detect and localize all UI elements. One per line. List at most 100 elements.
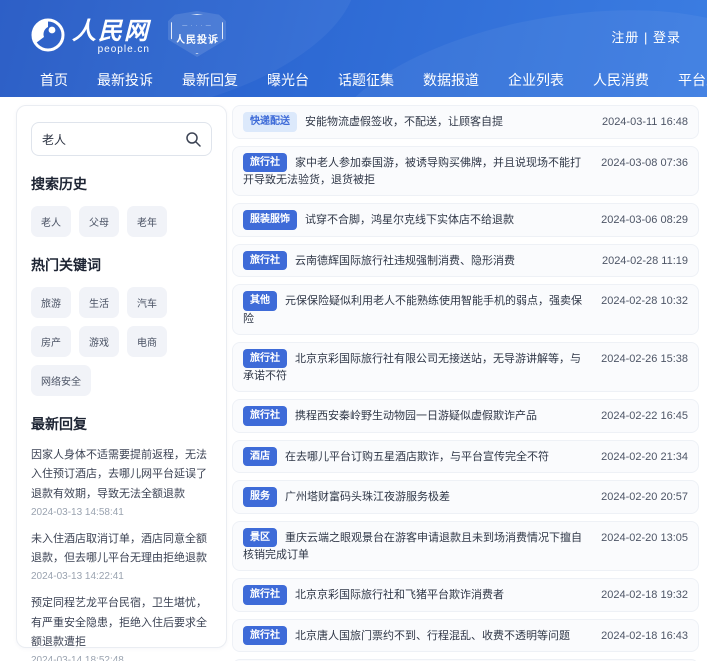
people-cn-logo[interactable]: 人民网 people.cn [30, 17, 150, 55]
hot-keyword-tags: 旅游 生活 汽车房产 游戏 电商网络安全 [31, 287, 212, 396]
shield-label: 人民投诉 [175, 34, 219, 46]
hot-keyword-tag[interactable]: 电商 [127, 326, 167, 357]
table-row[interactable]: 2024-02-20 21:34 酒店 在去哪儿平台订购五星酒店欺诈，与平台宣传完全… [232, 439, 699, 474]
search-icon[interactable] [185, 131, 201, 147]
row-date: 2024-03-11 16:48 [601, 116, 688, 128]
complaint-text: 试穿不合脚，鸿星尔克线下实体店不给退款 [305, 214, 514, 227]
complaint-rows: 2024-03-11 16:48 快递配送 安能物流虚假签收，不配送，让顾客自提 20… [232, 105, 699, 661]
hot-keyword-tag[interactable]: 房产 [31, 326, 71, 357]
complaint-text: 安能物流虚假签收，不配送，让顾客自提 [305, 116, 503, 128]
hot-keyword-tag[interactable]: 旅游 [31, 287, 71, 318]
complaint-text: 北京京彩国际旅行社有限公司无接送站，无导游讲解等，与承诺不符 [243, 352, 581, 383]
table-row[interactable]: 2024-02-18 16:43 旅行社 北京唐人国旅门票约不到、行程混乱、收费不透… [232, 618, 699, 653]
sidebar: 搜索历史 老人父母老年 热门关键词 旅游生活汽车房产游戏电商网络安全 最新回复 … [16, 105, 227, 661]
people-cn-logo-icon [30, 17, 66, 53]
reply-date: 2024-03-13 14:58:41 [31, 506, 124, 518]
complaint-text: 北京京彩国际旅行社和飞猪平台欺诈消费者 [295, 589, 504, 602]
history-tag[interactable]: 老人 [31, 206, 71, 237]
nav-item-人民消费[interactable]: 人民消费 [593, 70, 649, 90]
table-row[interactable]: 2024-02-28 11:19 旅行社 云南德辉国际旅行社违规强制消费、隐形消费 [232, 243, 699, 278]
complaint-text: 在去哪儿平台订购五星酒店欺诈，与平台宣传完全不符 [285, 450, 549, 463]
hot-keyword-tag[interactable]: 游戏 [79, 326, 119, 357]
nav-item-企业列表[interactable]: 企业列表 [508, 70, 564, 90]
hot-keyword-tag[interactable]: 生活 [79, 287, 119, 318]
row-date: 2024-02-28 11:19 [601, 254, 688, 267]
reply-item[interactable]: 未入住酒店取消订单，酒店同意全额退款，但去哪儿平台无理由拒绝退款 2024-03-… [31, 530, 212, 583]
row-date: 2024-02-18 16:43 [601, 629, 688, 642]
brand-text: 人民网 people.cn [72, 20, 150, 55]
category-badge: 快递配送 [243, 112, 297, 132]
table-row[interactable]: 2024-02-28 10:32 其他 元保保险疑似利用老人不能熟练使用智能手机的弱… [232, 284, 699, 335]
table-row[interactable]: 2024-02-26 15:38 旅行社 北京京彩国际旅行社有限公司无接送站，无导游… [232, 341, 699, 393]
table-row[interactable]: 2024-03-08 07:36 旅行社 家中老人参加泰国游，被诱导购买佛牌，并且说… [232, 145, 699, 197]
table-row[interactable]: 2024-02-20 13:05 景区 重庆云端之眼观景台在游客申请退款且未到场消费… [232, 520, 699, 572]
complaint-list: 2024-03-11 16:48 快递配送 安能物流虚假签收，不配送，让顾客自提 20… [232, 105, 699, 661]
reply-text: 未入住酒店取消订单，酒店同意全额退款，但去哪儿平台无理由拒绝退款 [31, 532, 207, 564]
complaint-text: 广州塔财富码头珠江夜游服务极差 [285, 491, 450, 504]
hot-keyword-tag[interactable]: 网络安全 [31, 365, 91, 396]
complaint-text: 携程西安秦岭野生动物园一日游疑似虚假欺诈产品 [295, 410, 537, 423]
history-tag[interactable]: 父母 [79, 206, 119, 237]
category-badge: 旅行社 [243, 406, 287, 426]
reply-text: 预定同程艺龙平台民宿，卫生堪忧，有严重安全隐患，拒绝入住后要求全额退款遭拒 [31, 597, 207, 648]
table-row[interactable]: 2024-02-22 16:45 旅行社 携程西安秦岭野生动物园一日游疑似虚假欺诈产… [232, 399, 699, 433]
reply-text: 因家人身体不适需要提前返程，无法入住预订酒店，去哪儿网平台延误了退款有效期，导致… [31, 449, 207, 500]
history-tag[interactable]: 老年 [127, 206, 167, 237]
nav-item-数据报道[interactable]: 数据报道 [423, 70, 479, 90]
category-badge: 酒店 [243, 446, 277, 467]
table-row[interactable]: 2024-02-18 19:32 旅行社 北京京彩国际旅行社和飞猪平台欺诈消费者 [232, 578, 699, 612]
complaint-text: 家中老人参加泰国游，被诱导购买佛牌，并且说现场不能打开导致无法验货，退货被拒 [243, 156, 581, 187]
table-row[interactable]: 2024-03-11 16:48 快递配送 安能物流虚假签收，不配送，让顾客自提 [232, 105, 699, 139]
reply-date: 2024-03-14 18:52:48 [31, 655, 124, 661]
brand-row: 人民网 people.cn — · · · — 人民投诉 注册 | 登录 [30, 10, 681, 62]
search-box [31, 122, 212, 156]
complaint-text: 北京唐人国旅门票约不到、行程混乱、收费不透明等问题 [295, 629, 570, 642]
category-badge: 旅行社 [243, 152, 287, 172]
nav-item-最新投诉[interactable]: 最新投诉 [97, 70, 153, 90]
category-badge: 旅行社 [243, 585, 287, 605]
search-input[interactable] [42, 132, 181, 146]
nav-item-最新回复[interactable]: 最新回复 [182, 70, 238, 90]
nav-item-平台须知[interactable]: 平台须知∨ [678, 70, 707, 90]
row-date: 2024-02-28 10:32 [601, 295, 688, 308]
category-badge: 景区 [243, 527, 277, 548]
main-nav: 首页 最新投诉 最新回复 曝光台 话题征集 数据报道 企业列表 人民消费 平台须知∨ [40, 66, 707, 94]
nav-item-话题征集[interactable]: 话题征集 [338, 70, 394, 90]
category-badge: 其他 [243, 291, 277, 311]
latest-replies-list: 因家人身体不适需要提前返程，无法入住预订酒店，去哪儿网平台延误了退款有效期，导致… [31, 446, 212, 661]
row-date: 2024-02-20 21:34 [601, 450, 688, 463]
register-login-link[interactable]: 注册 | 登录 [611, 27, 681, 46]
search-history-title: 搜索历史 [31, 176, 87, 192]
row-date: 2024-02-22 16:45 [601, 410, 688, 423]
row-date: 2024-02-18 19:32 [601, 589, 688, 602]
reply-date: 2024-03-13 14:22:41 [31, 571, 124, 583]
category-badge: 服装服饰 [243, 210, 297, 230]
hot-keywords-title: 热门关键词 [31, 257, 101, 273]
shield-border: — · · · — 人民投诉 [171, 14, 223, 54]
complaint-text: 重庆云端之眼观景台在游客申请退款且未到场消费情况下擅自核销完成订单 [243, 531, 582, 562]
nav-item-曝光台[interactable]: 曝光台 [267, 70, 309, 90]
brand-en: people.cn [97, 44, 150, 55]
brand-zh: 人民网 [72, 18, 150, 45]
table-row[interactable]: 2024-03-06 08:29 服装服饰 试穿不合脚，鸿星尔克线下实体店不给退款 [232, 203, 699, 237]
category-badge: 旅行社 [243, 625, 287, 646]
people-complaints-page: 人民网 people.cn — · · · — 人民投诉 注册 | 登录 首页最… [0, 0, 707, 661]
complaint-shield-badge: — · · · — 人民投诉 [168, 11, 226, 57]
hot-keyword-tag[interactable]: 汽车 [127, 287, 167, 318]
row-date: 2024-02-20 20:57 [601, 491, 688, 504]
latest-replies-title: 最新回复 [31, 416, 87, 432]
search-history-tags: 老人 父母 老年 [31, 206, 212, 237]
complaint-text: 元保保险疑似利用老人不能熟练使用智能手机的弱点，强卖保险 [243, 295, 582, 325]
row-date: 2024-02-26 15:38 [601, 352, 688, 365]
category-badge: 旅行社 [243, 348, 287, 369]
category-badge: 旅行社 [243, 250, 287, 271]
nav-item-首页[interactable]: 首页 [40, 70, 68, 90]
table-row[interactable]: 2024-02-20 20:57 服务 广州塔财富码头珠江夜游服务极差 [232, 480, 699, 514]
reply-item[interactable]: 预定同程艺龙平台民宿，卫生堪忧，有严重安全隐患，拒绝入住后要求全额退款遭拒 202… [31, 594, 212, 661]
reply-item[interactable]: 因家人身体不适需要提前返程，无法入住预订酒店，去哪儿网平台延误了退款有效期，导致… [31, 446, 212, 518]
row-date: 2024-03-08 07:36 [601, 156, 688, 169]
row-date: 2024-02-20 13:05 [601, 531, 688, 544]
row-date: 2024-03-06 08:29 [601, 214, 688, 227]
header: 人民网 people.cn — · · · — 人民投诉 注册 | 登录 首页 最… [0, 0, 707, 97]
category-badge: 服务 [243, 487, 277, 507]
